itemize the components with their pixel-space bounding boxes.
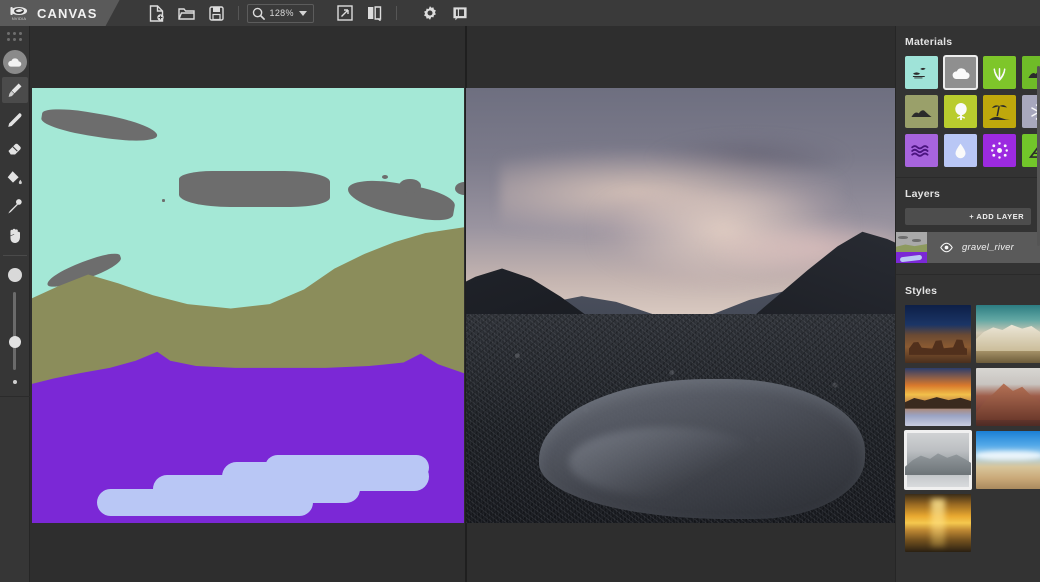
material-grass[interactable] — [983, 56, 1016, 89]
eyedropper-icon — [6, 198, 23, 215]
brush-size-handle[interactable] — [9, 336, 21, 348]
material-cloud[interactable] — [944, 56, 977, 89]
waves-icon — [911, 144, 932, 157]
pen-tool[interactable] — [2, 106, 28, 132]
app-title: CANVAS — [37, 6, 98, 21]
right-side-panel: Materials — [895, 26, 1040, 582]
zoom-level-value: 128% — [270, 8, 294, 18]
left-toolbar — [0, 26, 30, 582]
eraser-tool[interactable] — [2, 135, 28, 161]
render-pane[interactable] — [466, 88, 895, 523]
add-layer-button[interactable]: + ADD LAYER — [905, 208, 1031, 225]
cloud-icon — [951, 66, 971, 80]
cloud-region — [162, 199, 166, 202]
compare-view-button[interactable] — [360, 0, 390, 26]
pen-icon — [6, 111, 23, 128]
style-desert-mesa-night[interactable] — [905, 305, 971, 363]
waterdrop-icon — [954, 142, 967, 160]
segmentation-map[interactable] — [32, 88, 464, 523]
tree-icon — [989, 103, 1010, 120]
nvidia-canvas-app: NVIDIA CANVAS — [0, 0, 1040, 582]
style-gray-misty-peak[interactable] — [905, 431, 971, 489]
settings-button[interactable] — [415, 0, 445, 26]
toolbar-divider-2 — [396, 6, 397, 20]
style-red-mountain[interactable] — [976, 368, 1040, 426]
layer-row[interactable]: gravel_river — [896, 232, 1040, 263]
top-toolbar: NVIDIA CANVAS — [0, 0, 1040, 26]
material-gravel[interactable] — [983, 134, 1016, 167]
cloud-region — [40, 105, 159, 146]
style-white-rock-cliff[interactable] — [976, 305, 1040, 363]
gravel-icon — [990, 141, 1009, 160]
styles-grid — [896, 303, 1040, 560]
sand-icon — [912, 66, 932, 79]
help-panel-button[interactable] — [445, 0, 475, 26]
cloud-region — [455, 182, 464, 195]
materials-section-title: Materials — [896, 26, 1040, 54]
paint-bucket-icon — [6, 169, 23, 186]
material-mountain[interactable] — [905, 95, 938, 128]
nvidia-wordmark: NVIDIA — [12, 16, 27, 21]
fill-tool[interactable] — [2, 164, 28, 190]
materials-grid — [896, 54, 1040, 177]
brush-size-slider[interactable] — [13, 292, 16, 370]
material-bush[interactable] — [944, 95, 977, 128]
layer-thumbnail — [896, 232, 927, 263]
bush-icon — [952, 102, 970, 121]
style-golden-sunset-lake[interactable] — [905, 368, 971, 426]
toolbar-divider — [238, 6, 239, 20]
brush-size-preview — [8, 268, 22, 282]
layer-name-label: gravel_river — [962, 242, 1014, 253]
cloud-region — [382, 175, 388, 179]
brush-size-min-indicator — [13, 380, 17, 384]
segmentation-pane[interactable] — [32, 88, 464, 523]
styles-section-title: Styles — [896, 275, 1040, 303]
material-tree[interactable] — [983, 95, 1016, 128]
water-reflection — [569, 427, 766, 497]
chevron-down-icon[interactable] — [299, 11, 307, 16]
toolbar-bottom-divider — [0, 396, 30, 397]
open-folder-button[interactable] — [172, 0, 202, 26]
water-region — [265, 455, 429, 480]
material-sea[interactable] — [905, 134, 938, 167]
search-icon — [252, 7, 265, 20]
file-actions-group — [142, 0, 232, 26]
current-material-swatch[interactable] — [3, 50, 27, 74]
hand-icon — [6, 227, 23, 244]
view-actions-group — [330, 0, 390, 26]
rendered-output[interactable] — [466, 88, 895, 523]
toolbar-section-divider — [3, 255, 27, 256]
material-water[interactable] — [944, 134, 977, 167]
fullscreen-button[interactable] — [330, 0, 360, 26]
eyedropper-tool[interactable] — [2, 193, 28, 219]
layers-section-title: Layers — [896, 178, 1040, 206]
cloud-region — [179, 171, 330, 208]
drag-grip-icon[interactable] — [7, 32, 23, 42]
save-button[interactable] — [202, 0, 232, 26]
grass-icon — [990, 64, 1009, 81]
brush-tool[interactable] — [2, 77, 28, 103]
paintbrush-icon — [6, 82, 23, 99]
mountain-icon — [911, 106, 932, 117]
brand-tab[interactable]: NVIDIA CANVAS — [0, 0, 120, 26]
eraser-icon — [6, 140, 23, 157]
material-sand[interactable] — [905, 56, 938, 89]
pan-tool[interactable] — [2, 222, 28, 248]
utility-actions-group — [415, 0, 475, 26]
zoom-control[interactable]: 128% — [247, 4, 314, 23]
layer-visibility-toggle[interactable] — [940, 241, 953, 254]
cloud-icon — [7, 57, 22, 68]
eye-icon — [940, 241, 953, 254]
style-gold-sun-ocean[interactable] — [905, 494, 971, 552]
style-tropical-beach[interactable] — [976, 431, 1040, 489]
nvidia-logo-icon: NVIDIA — [8, 4, 30, 22]
new-document-button[interactable] — [142, 0, 172, 26]
gravel-region — [32, 345, 464, 523]
add-layer-label: + ADD LAYER — [969, 212, 1024, 221]
canvas-workarea — [30, 26, 895, 582]
